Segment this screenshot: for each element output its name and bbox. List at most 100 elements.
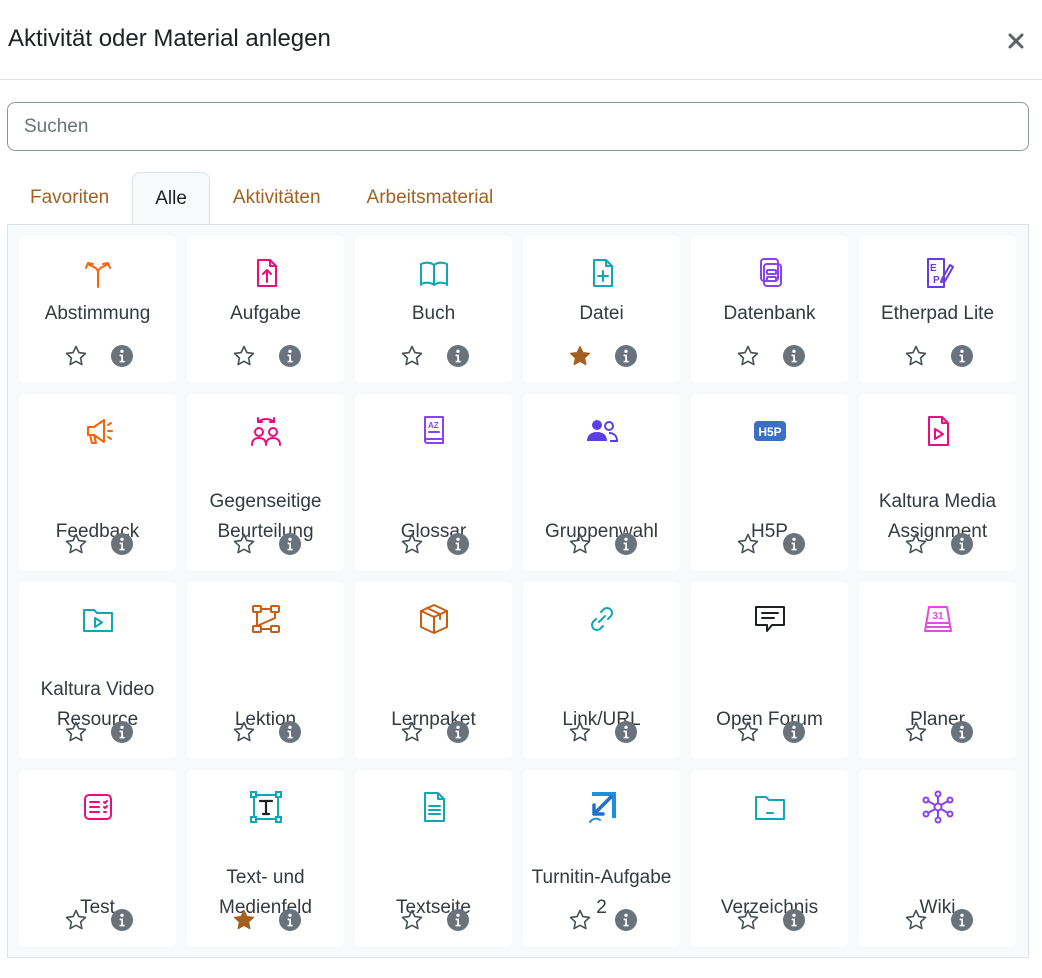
activity-card-verzeichnis[interactable]: Verzeichnis <box>691 770 848 947</box>
tab-alle[interactable]: Alle <box>132 172 210 225</box>
star-icon[interactable] <box>567 907 593 933</box>
lesson-flow-icon <box>187 601 344 637</box>
info-icon[interactable] <box>445 343 471 369</box>
info-icon[interactable] <box>949 531 975 557</box>
star-icon[interactable] <box>63 343 89 369</box>
info-icon[interactable] <box>949 343 975 369</box>
info-icon[interactable] <box>949 907 975 933</box>
activity-card-h5p[interactable]: H5P H5P <box>691 394 848 571</box>
star-icon[interactable] <box>399 343 425 369</box>
star-icon[interactable] <box>567 531 593 557</box>
star-filled-icon[interactable] <box>567 343 593 369</box>
info-icon[interactable] <box>781 343 807 369</box>
svg-text:P: P <box>933 275 940 286</box>
star-icon[interactable] <box>903 343 929 369</box>
star-icon[interactable] <box>63 719 89 745</box>
star-icon[interactable] <box>735 343 761 369</box>
file-play-icon <box>859 413 1016 449</box>
star-icon[interactable] <box>399 907 425 933</box>
star-icon[interactable] <box>735 531 761 557</box>
activity-card-kaltura-media-assignment[interactable]: Kaltura Media Assignment <box>859 394 1016 571</box>
users-icon <box>523 413 680 449</box>
star-icon[interactable] <box>63 531 89 557</box>
info-icon[interactable] <box>445 719 471 745</box>
activity-card-textseite[interactable]: Textseite <box>355 770 512 947</box>
folder-icon <box>691 789 848 825</box>
activity-card-lernpaket[interactable]: Lernpaket <box>355 582 512 759</box>
activity-card-planer[interactable]: 31 Planer <box>859 582 1016 759</box>
info-icon[interactable] <box>613 531 639 557</box>
activity-card-aufgabe[interactable]: Aufgabe <box>187 236 344 383</box>
info-icon[interactable] <box>613 907 639 933</box>
activity-card-actions <box>355 719 512 745</box>
activity-card-datei[interactable]: Datei <box>523 236 680 383</box>
star-icon[interactable] <box>903 531 929 557</box>
activity-card-label: Buch <box>411 303 456 324</box>
info-icon[interactable] <box>277 907 303 933</box>
activity-card-open-forum[interactable]: Open Forum <box>691 582 848 759</box>
activity-card-label: Abstimmung <box>44 303 151 324</box>
info-icon[interactable] <box>613 719 639 745</box>
activity-card-actions <box>523 343 680 369</box>
peer-review-icon <box>187 413 344 449</box>
star-icon[interactable] <box>63 907 89 933</box>
star-icon[interactable] <box>231 719 257 745</box>
info-icon[interactable] <box>277 531 303 557</box>
chat-icon <box>691 601 848 637</box>
activity-card-text-und-medienfeld[interactable]: Text- und Medienfeld <box>187 770 344 947</box>
info-icon[interactable] <box>109 531 135 557</box>
star-icon[interactable] <box>231 343 257 369</box>
info-icon[interactable] <box>277 343 303 369</box>
tab-favoriten[interactable]: Favoriten <box>7 172 132 224</box>
file-upload-icon <box>187 255 344 291</box>
star-icon[interactable] <box>903 907 929 933</box>
search-input[interactable] <box>7 102 1029 151</box>
activity-card-feedback[interactable]: Feedback <box>19 394 176 571</box>
wiki-network-icon <box>859 789 1016 825</box>
activity-card-lektion[interactable]: Lektion <box>187 582 344 759</box>
info-icon[interactable] <box>109 343 135 369</box>
info-icon[interactable] <box>277 719 303 745</box>
folder-play-icon <box>19 601 176 637</box>
tab-arbeitsmaterial[interactable]: Arbeitsmaterial <box>344 172 517 224</box>
activity-card-etherpad-lite[interactable]: E P Etherpad Lite <box>859 236 1016 383</box>
star-filled-icon[interactable] <box>231 907 257 933</box>
activity-card-gruppenwahl[interactable]: Gruppenwahl <box>523 394 680 571</box>
search-area <box>0 80 1042 151</box>
modal-title: Aktivität oder Material anlegen <box>8 24 331 52</box>
star-icon[interactable] <box>903 719 929 745</box>
info-icon[interactable] <box>781 531 807 557</box>
activity-card-buch[interactable]: Buch <box>355 236 512 383</box>
info-icon[interactable] <box>781 719 807 745</box>
info-icon[interactable] <box>109 907 135 933</box>
activity-card-actions <box>859 531 1016 557</box>
info-icon[interactable] <box>109 719 135 745</box>
star-icon[interactable] <box>567 719 593 745</box>
star-icon[interactable] <box>399 719 425 745</box>
star-icon[interactable] <box>231 531 257 557</box>
info-icon[interactable] <box>781 907 807 933</box>
activity-card-actions <box>187 531 344 557</box>
activity-card-actions <box>19 719 176 745</box>
star-icon[interactable] <box>399 531 425 557</box>
tab-aktivitaeten[interactable]: Aktivitäten <box>210 172 344 224</box>
close-button[interactable] <box>1000 25 1032 57</box>
info-icon[interactable] <box>445 531 471 557</box>
info-icon[interactable] <box>613 343 639 369</box>
activity-card-link-url[interactable]: Link/URL <box>523 582 680 759</box>
activity-card-glossar[interactable]: AZ Glossar <box>355 394 512 571</box>
activity-card-wiki[interactable]: Wiki <box>859 770 1016 947</box>
activity-card-kaltura-video-resource[interactable]: Kaltura Video Resource <box>19 582 176 759</box>
info-icon[interactable] <box>445 907 471 933</box>
star-icon[interactable] <box>735 907 761 933</box>
database-icon <box>691 255 848 291</box>
activity-card-gegenseitige-beurteilung[interactable]: Gegenseitige Beurteilung <box>187 394 344 571</box>
tab-panel-alle: Abstimmung Aufgabe Buch Datei Datenbank E P Eth… <box>7 224 1029 958</box>
activity-card-turnitin-aufgabe-2[interactable]: Turnitin-Aufgabe 2 <box>523 770 680 947</box>
activity-card-datenbank[interactable]: Datenbank <box>691 236 848 383</box>
star-icon[interactable] <box>735 719 761 745</box>
activity-card-abstimmung[interactable]: Abstimmung <box>19 236 176 383</box>
info-icon[interactable] <box>949 719 975 745</box>
svg-text:AZ: AZ <box>428 421 439 430</box>
activity-card-test[interactable]: Test <box>19 770 176 947</box>
